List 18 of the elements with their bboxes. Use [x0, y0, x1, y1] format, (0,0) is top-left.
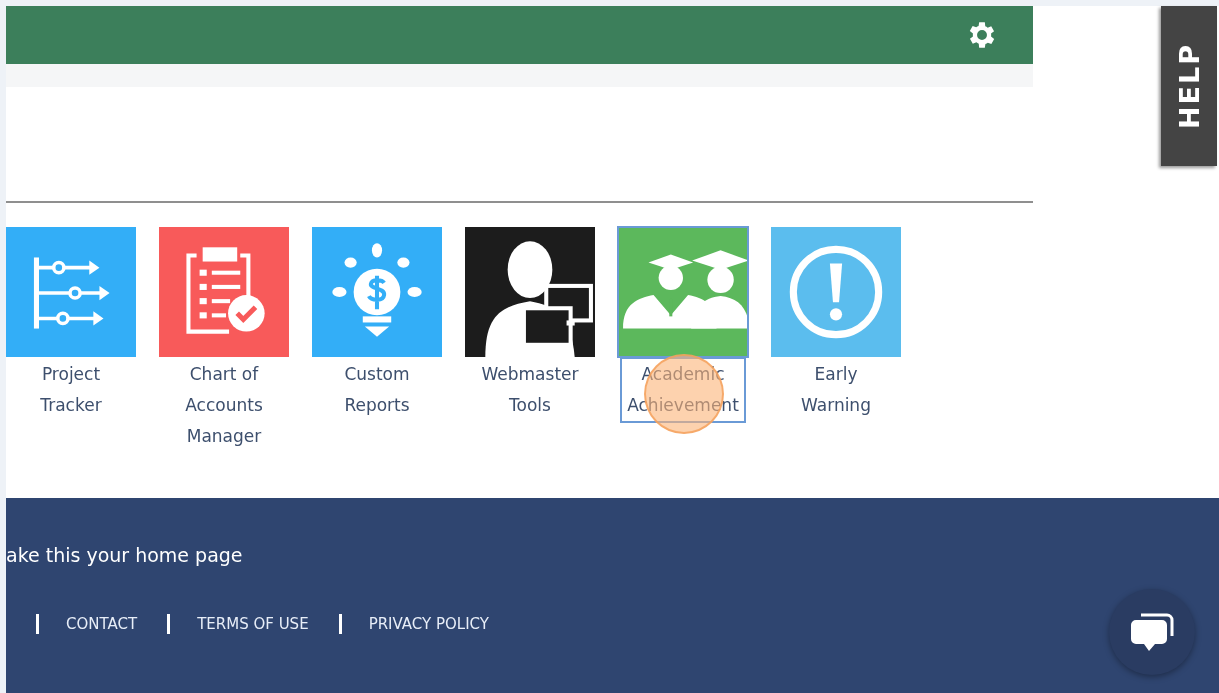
app-tile[interactable]: [465, 227, 595, 357]
footer-link[interactable]: TERMS OF USE: [167, 614, 339, 634]
tile-label[interactable]: Webmaster Tools: [469, 359, 591, 421]
tile-label[interactable]: Custom Reports: [316, 359, 438, 421]
footer-link[interactable]: PRIVACY POLICY: [338, 614, 519, 634]
tile-label[interactable]: Early Warning: [775, 359, 897, 421]
app-tile[interactable]: [618, 227, 748, 357]
chat-bubble-icon: [1129, 611, 1175, 653]
app-tile[interactable]: [312, 227, 442, 357]
app-tile[interactable]: [159, 227, 289, 357]
help-tab[interactable]: HELP: [1161, 6, 1217, 166]
chat-button[interactable]: [1109, 589, 1195, 675]
footer-link[interactable]: CONTACT: [36, 614, 168, 634]
home-page-link[interactable]: ake this your home page: [6, 544, 243, 566]
app-tile[interactable]: [6, 227, 136, 357]
tile-label[interactable]: Chart of Accounts Manager: [163, 359, 285, 452]
app-tile[interactable]: [771, 227, 901, 357]
tile-label[interactable]: Project Tracker: [10, 359, 132, 421]
